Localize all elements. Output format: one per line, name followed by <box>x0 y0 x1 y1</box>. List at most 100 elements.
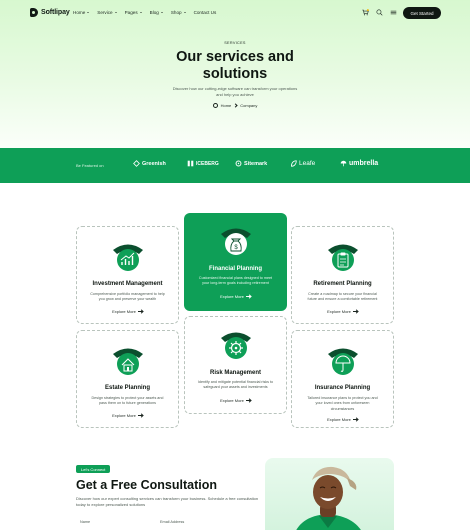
service-title: Risk Management <box>209 370 261 376</box>
arrow-right-icon <box>137 310 143 313</box>
explore-more-label: Explore More <box>112 309 136 314</box>
nav-item-service[interactable]: Service <box>97 10 117 15</box>
explore-more-link[interactable]: Explore More <box>77 309 178 314</box>
service-title: Financial Planning <box>208 266 262 272</box>
page-title: Our services and solutions <box>0 49 470 83</box>
partner-logo-iceberg: ICEBERG <box>187 160 219 167</box>
service-card-risk-management[interactable]: Risk Management Identify and mitigate po… <box>184 316 287 414</box>
get-started-button[interactable]: Get Started <box>403 7 441 19</box>
top-navigation: Softlipay Home Service Pages Blog Shop C… <box>0 0 470 26</box>
service-card-estate-planning[interactable]: Estate Planning Design strategies to pro… <box>76 330 179 428</box>
service-card-financial-planning[interactable]: $ Financial Planning Customized financia… <box>184 213 287 311</box>
partner-name: Sitemark <box>244 160 268 167</box>
service-title: Estate Planning <box>104 385 150 391</box>
arrow-right-icon <box>352 418 358 421</box>
partner-name: ICEBERG <box>196 160 219 167</box>
chevron-down-icon <box>160 12 163 13</box>
service-card-insurance-planning[interactable]: Insurance Planning Tailored insurance pl… <box>291 330 394 428</box>
brand-logo[interactable]: Softlipay <box>30 8 70 17</box>
nav-item-contact[interactable]: Contact Us <box>194 10 217 15</box>
partner-logos-band: Be Featured on Greenish ICEBERG Sitemark… <box>0 148 470 183</box>
service-description: Tailored insurance plans to protect you … <box>307 396 378 411</box>
explore-more-link[interactable]: Explore More <box>292 417 393 422</box>
service-description: Design strategies to protect your assets… <box>91 396 164 406</box>
service-description: Identify and mitigate potential financia… <box>197 380 274 390</box>
chevron-down-icon <box>114 12 117 13</box>
breadcrumb-current: Company <box>240 103 258 108</box>
page-title-line-2: solutions <box>202 66 268 82</box>
nav-item-blog[interactable]: Blog <box>150 10 163 15</box>
nav-item-pages[interactable]: Pages <box>125 10 142 15</box>
chevron-down-icon <box>183 12 186 13</box>
explore-more-link[interactable]: Explore More <box>77 413 178 418</box>
nav-item-label: Contact Us <box>193 10 217 15</box>
explore-more-label: Explore More <box>220 294 244 299</box>
nav-item-label: Service <box>97 10 113 15</box>
nav-item-label: Home <box>73 10 86 15</box>
search-icon[interactable] <box>376 9 383 16</box>
explore-more-label: Explore More <box>112 413 136 418</box>
service-card-investment-management[interactable]: Investment Management Comprehensive port… <box>76 226 179 324</box>
partner-logo-leafe: Leafe <box>290 160 315 167</box>
person-illustration <box>296 466 361 530</box>
explore-more-label: Explore More <box>327 417 351 422</box>
service-description: Create a roadmap to secure your financia… <box>307 292 378 302</box>
main-menu: Home Service Pages Blog Shop Contact Us <box>73 10 216 15</box>
partner-name: Greenish <box>142 160 166 167</box>
hero-section: Softlipay Home Service Pages Blog Shop C… <box>0 0 470 148</box>
name-field-label: Name <box>80 520 91 524</box>
partner-name: umbrella <box>349 160 379 167</box>
nav-item-shop[interactable]: Shop <box>171 10 186 15</box>
email-field-label: Email Address <box>160 520 185 524</box>
clipboard-icon <box>327 244 358 271</box>
consultation-subtitle: Discover how our expert consulting servi… <box>76 496 259 507</box>
service-title: Retirement Planning <box>313 281 372 287</box>
partner-name: Leafe <box>299 160 316 167</box>
page-title-line-1: Our services and <box>176 49 294 65</box>
consultation-title: Get a Free Consultation <box>76 478 217 492</box>
breadcrumb-home[interactable]: Home <box>221 103 232 108</box>
nav-item-home[interactable]: Home <box>73 10 90 15</box>
hero-subtitle: Discover how our cutting-edge software c… <box>172 86 298 97</box>
breadcrumb: Home Company <box>0 103 470 108</box>
menu-icon[interactable] <box>390 9 397 16</box>
partner-logo-sitemark: Sitemark <box>235 160 267 167</box>
service-title: Insurance Planning <box>314 385 371 391</box>
money-bag-icon: $ <box>220 228 251 255</box>
insurance-icon <box>327 348 358 375</box>
chevron-right-icon <box>233 103 238 108</box>
risk-gear-icon <box>220 332 251 359</box>
estate-icon <box>112 348 143 375</box>
home-icon <box>212 103 218 108</box>
consultant-photo <box>265 458 394 530</box>
greenish-logo-icon <box>133 160 140 167</box>
section-tag: Let's Connect <box>76 465 111 473</box>
partner-logo-greenish: Greenish <box>133 160 166 167</box>
nav-icon-group <box>362 9 397 16</box>
service-card-retirement-planning[interactable]: Retirement Planning Create a roadmap to … <box>291 226 394 324</box>
arrow-right-icon <box>245 399 251 402</box>
sitemark-logo-icon <box>235 160 242 167</box>
chevron-down-icon <box>87 12 90 13</box>
arrow-right-icon <box>245 295 251 298</box>
explore-more-link[interactable]: Explore More <box>292 309 393 314</box>
explore-more-link[interactable]: Explore More <box>185 398 286 403</box>
brand-name: Softlipay <box>41 9 70 16</box>
service-description: Comprehensive portfolio management to he… <box>90 292 165 302</box>
logo-icon <box>30 8 38 17</box>
nav-item-label: Blog <box>149 10 159 15</box>
hero-eyebrow: SERVICES <box>224 41 246 45</box>
service-title: Investment Management <box>92 281 163 287</box>
explore-more-label: Explore More <box>327 309 351 314</box>
nav-item-label: Pages <box>124 10 138 15</box>
chevron-down-icon <box>139 12 142 13</box>
arrow-right-icon <box>137 414 143 417</box>
leafe-logo-icon <box>291 160 297 167</box>
cart-icon[interactable] <box>362 9 369 16</box>
umbrella-logo-icon <box>340 160 347 167</box>
nav-item-label: Shop <box>170 10 182 15</box>
explore-more-link[interactable]: Explore More <box>184 294 287 299</box>
partners-label: Be Featured on <box>76 163 104 168</box>
arrow-right-icon <box>352 310 358 313</box>
explore-more-label: Explore More <box>220 398 244 403</box>
